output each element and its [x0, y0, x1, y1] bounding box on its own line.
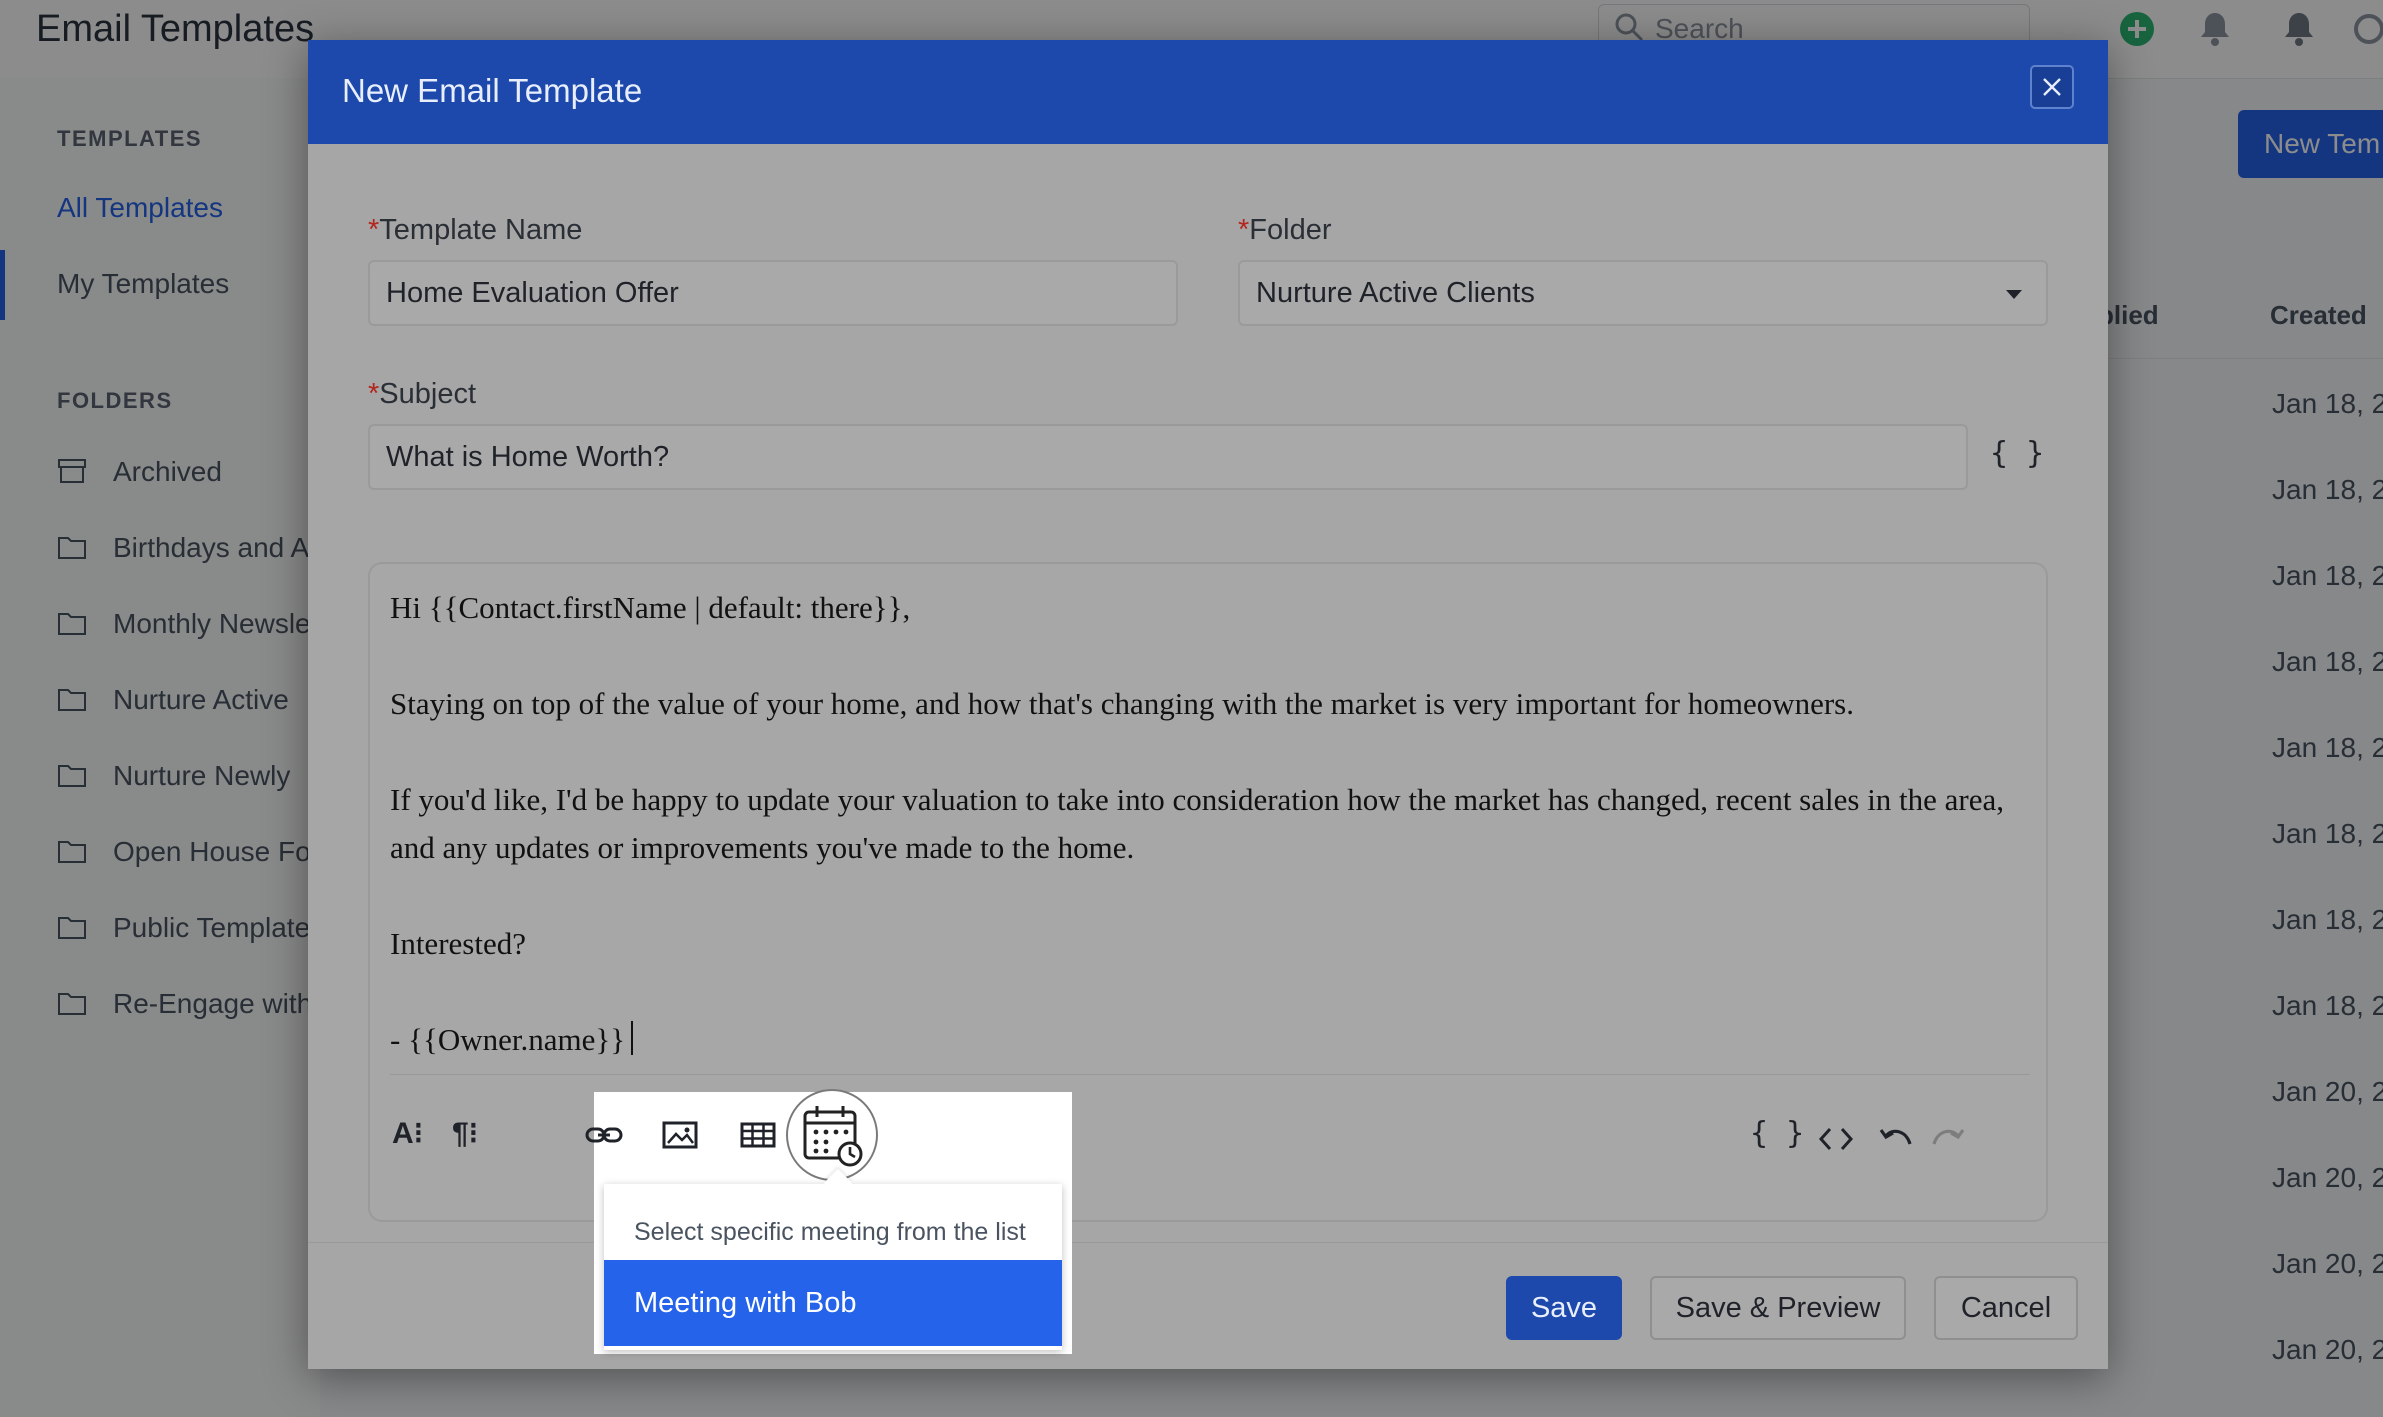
template-name-input[interactable]: Home Evaluation Offer: [368, 260, 1178, 326]
chevron-down-icon: [2006, 290, 2022, 299]
required-mark: *: [368, 214, 380, 246]
toolbar-divider: [390, 1074, 2030, 1075]
folder-selected-value: Nurture Active Clients: [1256, 277, 1535, 309]
subject-label: *Subject: [368, 378, 477, 410]
email-body-text[interactable]: Hi {{Contact.firstName | default: there}…: [390, 584, 2030, 1064]
calendar-clock-icon: [803, 1106, 863, 1167]
footer-divider: [308, 1242, 2108, 1243]
code-view-icon[interactable]: [1818, 1124, 1854, 1154]
subject-input[interactable]: What is Home Worth?: [368, 424, 1968, 490]
modal-title: New Email Template: [342, 72, 643, 109]
font-format-icon[interactable]: A⁝: [392, 1116, 423, 1151]
close-button[interactable]: [2030, 65, 2074, 109]
insert-image-icon[interactable]: [662, 1120, 698, 1155]
insert-meeting-button[interactable]: [786, 1089, 878, 1181]
template-name-label: *Template Name: [368, 214, 583, 246]
body-paragraph: If you'd like, I'd be happy to update yo…: [390, 782, 2005, 865]
meeting-insert-popup-region: Select specific meeting from the list Me…: [585, 1089, 1072, 1354]
required-mark: *: [368, 378, 380, 410]
insert-link-icon[interactable]: [584, 1120, 624, 1155]
required-mark: *: [1238, 214, 1250, 246]
insert-table-icon[interactable]: [740, 1120, 776, 1155]
subject-merge-field-button[interactable]: { }: [1990, 436, 2044, 471]
paragraph-format-icon[interactable]: ¶⁝: [452, 1116, 478, 1151]
body-paragraph-signature: - {{Owner.name}}: [390, 1016, 2030, 1064]
meeting-dropdown-hint: Select specific meeting from the list: [634, 1218, 1026, 1246]
redo-icon[interactable]: [1930, 1124, 1966, 1154]
new-email-template-modal: New Email Template *Template Name Home E…: [308, 40, 2108, 1369]
undo-icon[interactable]: [1878, 1124, 1914, 1154]
insert-merge-field-icon[interactable]: { }: [1750, 1116, 1804, 1151]
body-paragraph: Hi {{Contact.firstName | default: there}…: [390, 590, 911, 625]
modal-header: New Email Template: [308, 40, 2108, 144]
text-cursor: [631, 1021, 634, 1055]
save-button[interactable]: Save: [1506, 1276, 1622, 1340]
body-paragraph: Interested?: [390, 926, 526, 961]
cancel-button[interactable]: Cancel: [1934, 1276, 2078, 1340]
close-icon: [2043, 78, 2061, 96]
body-paragraph: Staying on top of the value of your home…: [390, 686, 1854, 721]
folder-select[interactable]: Nurture Active Clients: [1238, 260, 2048, 326]
folder-label: *Folder: [1238, 214, 1332, 246]
meeting-option-bob[interactable]: Meeting with Bob: [604, 1260, 1062, 1346]
save-and-preview-button[interactable]: Save & Preview: [1650, 1276, 1906, 1340]
meeting-dropdown: Select specific meeting from the list Me…: [604, 1168, 1062, 1350]
